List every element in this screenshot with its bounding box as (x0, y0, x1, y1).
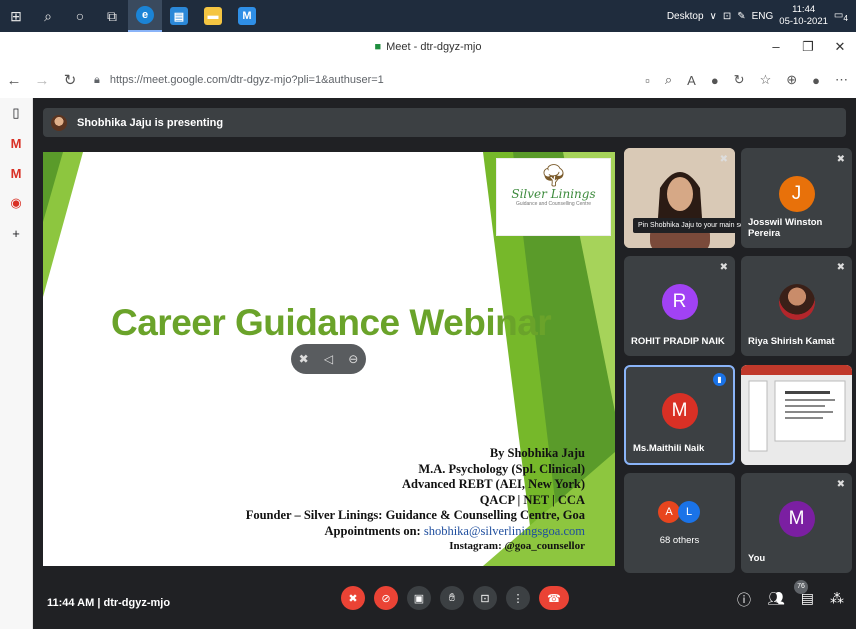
reload-icon[interactable]: ↻ (56, 71, 84, 89)
remove-icon[interactable]: ⊖ (348, 352, 358, 366)
slide-title: Career Guidance Webinar (111, 302, 552, 343)
presentation-slide: 🌳︎ Silver Linings Guidance and Counselli… (43, 152, 615, 566)
pen-icon[interactable]: ✎ (737, 11, 745, 22)
avatar: M (778, 501, 815, 537)
read-aloud-icon[interactable]: A (687, 73, 696, 88)
profile-icon[interactable]: ● (812, 73, 820, 88)
camera-toggle-button[interactable]: ⊘ (374, 586, 398, 610)
meet-favicon-icon: ■ (374, 41, 382, 53)
edge-sidebar: ▯ M M ◉ + (0, 98, 33, 629)
others-tile[interactable]: A L 68 others (624, 473, 735, 573)
present-button[interactable]: ⊡ (473, 586, 497, 610)
speaker-off-icon[interactable]: ◁ (324, 352, 333, 366)
presenter-controls[interactable]: ✖ ◁ ⊖ (291, 344, 366, 374)
meeting-controls-bar: 11:44 AM | dtr-dgyz-mjo ✖ ⊘ ▣ ✋︎ ⊡ ⋮ ☎︎ … (33, 576, 856, 629)
more-menu-icon[interactable]: ⋯ (835, 72, 848, 88)
screen-share-thumbnail (741, 365, 852, 465)
search-icon[interactable]: ⌕ (32, 0, 64, 32)
participant-tile[interactable]: ✖ J Josswil Winston Pereira (741, 148, 852, 248)
cortana-icon[interactable]: ○ (64, 0, 96, 32)
avatar: L (678, 501, 700, 523)
others-count: 68 others (659, 535, 700, 546)
avatar: A (658, 501, 680, 523)
gmail-icon[interactable]: M (0, 128, 32, 158)
presenter-avatar (51, 114, 67, 131)
avatar: J (778, 176, 815, 212)
window-titlebar: ■ Meet - dtr-dgyz-mjo – ❐ ✕ (0, 32, 856, 62)
avatar: R (661, 284, 698, 320)
meeting-info-icon[interactable]: ⓘ (737, 590, 751, 610)
more-options-button[interactable]: ⋮ (506, 586, 530, 610)
participant-name: Josswil Winston Pereira (748, 217, 823, 239)
task-view-icon[interactable]: ⧉ (96, 0, 128, 32)
explorer-taskbar-icon[interactable]: ▬ (196, 0, 230, 32)
participant-tile[interactable]: ✖ Riya Shirish Kamat (741, 256, 852, 356)
forward-icon[interactable]: → (28, 72, 56, 89)
participant-name: Riya Shirish Kamat (748, 336, 835, 347)
language-indicator[interactable]: ENG (752, 11, 774, 22)
close-button[interactable]: ✕ (824, 32, 856, 62)
meeting-details: 11:44 AM | dtr-dgyz-mjo (47, 596, 171, 609)
leave-call-button[interactable]: ☎︎ (539, 586, 569, 610)
windows-start-icon[interactable]: ⊞ (0, 0, 32, 32)
mic-off-icon: ✖ (836, 154, 845, 165)
minimize-button[interactable]: – (760, 32, 792, 62)
avatar (778, 284, 815, 320)
participant-name: Ms.Maithili Naik (633, 443, 705, 454)
back-icon[interactable]: ← (0, 72, 28, 89)
record-icon[interactable]: ◉ (0, 188, 32, 218)
restore-button[interactable]: ❐ (792, 32, 824, 62)
tree-icon: 🌳︎ (539, 163, 568, 188)
raise-hand-button[interactable]: ✋︎ (440, 586, 464, 610)
lock-icon: 🔒︎ (94, 73, 100, 86)
notification-icon[interactable]: ▭4 (834, 10, 848, 23)
clock[interactable]: 11:44 05-10-2021 (779, 4, 828, 28)
mic-off-icon: ✖ (719, 262, 728, 273)
camera-permission-icon[interactable]: ▫ (645, 73, 650, 88)
mic-off-icon[interactable]: ✖ (299, 352, 309, 366)
people-icon[interactable]: 👥︎ (767, 590, 785, 610)
silver-linings-logo: 🌳︎ Silver Linings Guidance and Counselli… (496, 158, 611, 236)
presenting-text: Shobhika Jaju is presenting (77, 116, 224, 129)
avatar: M (661, 393, 698, 429)
participant-name: You (748, 553, 766, 564)
speaking-icon: ▮ (713, 373, 726, 386)
refresh-extension-icon[interactable]: ↻ (734, 72, 745, 88)
chevron-up-icon[interactable]: ∨ (710, 11, 717, 22)
self-tile[interactable]: ✖ M You (741, 473, 852, 573)
presenter-video (624, 148, 735, 248)
store-taskbar-icon[interactable]: ▤ (162, 0, 196, 32)
slide-credits: By Shobhika Jaju M.A. Psychology (Spl. C… (245, 446, 585, 552)
favorites-icon[interactable]: ☆ (760, 72, 772, 88)
zoom-icon[interactable]: ⌕ (665, 72, 672, 88)
mic-toggle-button[interactable]: ✖ (341, 586, 365, 610)
extension-icon[interactable]: ● (711, 73, 719, 88)
gmail-icon-2[interactable]: M (0, 158, 32, 188)
collections-icon[interactable]: ⊕ (786, 72, 797, 88)
network-icon[interactable]: ⊡ (723, 11, 731, 22)
participant-tile[interactable]: ✖ R ROHIT PRADIP NAIK (624, 256, 735, 356)
activities-icon[interactable]: ⁂ (830, 590, 844, 610)
participant-name: ROHIT PRADIP NAIK (631, 336, 725, 347)
screen-share-tile[interactable] (741, 365, 852, 465)
presenter-video-tile[interactable]: ✖ (624, 148, 735, 248)
meet-area: Shobhika Jaju is presenting 🌳︎ Silver Li… (33, 98, 856, 629)
edge-taskbar-icon[interactable]: e (128, 0, 162, 32)
window-title: Meet - dtr-dgyz-mjo (386, 41, 482, 53)
mic-off-icon: ✖ (836, 479, 845, 490)
desktop-toolbar[interactable]: Desktop (667, 11, 704, 22)
app-taskbar-icon[interactable]: M (230, 0, 264, 32)
add-icon[interactable]: + (0, 218, 32, 248)
chat-icon[interactable]: ▤ (801, 590, 814, 610)
presenting-banner: Shobhika Jaju is presenting (43, 108, 846, 137)
mic-off-icon: ✖ (836, 262, 845, 273)
captions-button[interactable]: ▣ (407, 586, 431, 610)
url-field[interactable]: 🔒︎ https://meet.google.com/dtr-dgyz-mjo?p… (94, 74, 384, 87)
address-bar: ← → ↻ 🔒︎ https://meet.google.com/dtr-dgyz… (0, 62, 856, 98)
participant-tile[interactable]: ▮ M Ms.Maithili Naik (624, 365, 735, 465)
taskbar: ⊞ ⌕ ○ ⧉ e ▤ ▬ M Desktop ∨ ⊡ ✎ ENG 11:44 0… (0, 0, 856, 32)
mic-off-icon: ✖ (719, 154, 728, 165)
tabs-icon[interactable]: ▯ (0, 98, 32, 128)
